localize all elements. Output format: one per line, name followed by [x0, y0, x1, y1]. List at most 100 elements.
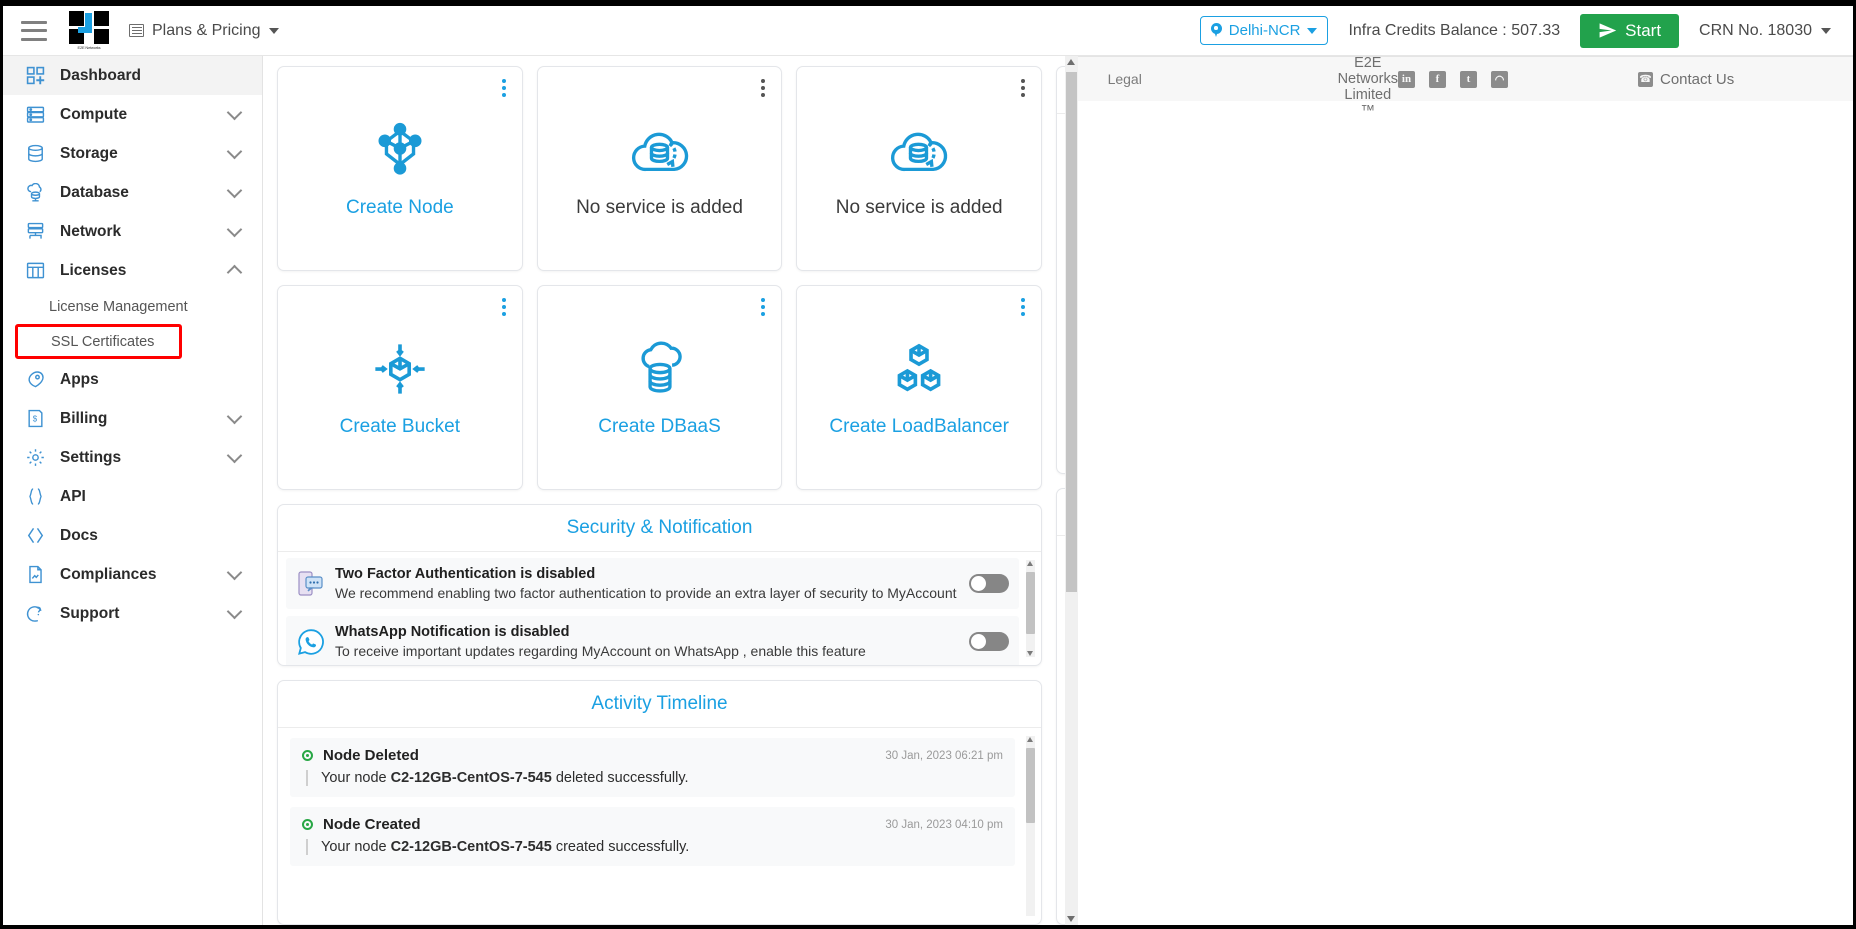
- sidebar-item-label: Compute: [60, 105, 128, 123]
- tile-label: No service is added: [576, 196, 743, 218]
- timeline-panel-title: Activity Timeline: [278, 681, 1041, 728]
- sidebar-item-support[interactable]: Support: [3, 594, 262, 633]
- logo-caption: E2E Networks: [77, 44, 101, 50]
- page-scrollbar[interactable]: [1064, 56, 1078, 925]
- scroll-up-arrow-icon[interactable]: [1066, 59, 1075, 65]
- tile-create-bucket[interactable]: Create Bucket: [277, 285, 523, 490]
- timeline-desc-prefix: Your node: [321, 839, 391, 855]
- sidebar-item-database[interactable]: Database: [3, 173, 262, 212]
- tile-menu-icon[interactable]: [761, 298, 766, 316]
- crn-label: CRN No. 18030: [1699, 21, 1812, 39]
- timeline-item[interactable]: Node Deleted 30 Jan, 2023 06:21 pm Your …: [290, 738, 1015, 797]
- timeline-desc-node: C2-12GB-CentOS-7-545: [390, 770, 552, 786]
- sidebar-item-label: Apps: [60, 370, 99, 388]
- sidebar-item-label: Support: [60, 604, 120, 622]
- e2e-networks-logo[interactable]: E2E Networks: [69, 10, 109, 51]
- bucket-icon: [371, 338, 429, 400]
- scroll-down-arrow-icon[interactable]: [1027, 651, 1033, 656]
- storage-icon: [23, 144, 47, 163]
- sidebar-subitem-license-management[interactable]: License Management: [3, 290, 262, 323]
- tile-menu-icon[interactable]: [1021, 298, 1026, 316]
- scroll-up-arrow-icon[interactable]: [1027, 737, 1033, 742]
- top-header: E2E Networks Plans & Pricing Delhi-NCR I…: [3, 6, 1853, 56]
- sidebar-item-docs[interactable]: Docs: [3, 516, 262, 555]
- contact-us-link[interactable]: ☎ Contact Us: [1638, 71, 1823, 88]
- apps-icon: [23, 370, 47, 389]
- sidebar-item-billing[interactable]: $ Billing: [3, 399, 262, 438]
- start-button[interactable]: Start: [1580, 13, 1680, 48]
- tile-no-service-2[interactable]: No service is added: [796, 66, 1043, 271]
- legal-link[interactable]: Legal: [1108, 71, 1338, 87]
- timeline-desc-suffix: created successfully.: [551, 839, 690, 855]
- cloud-backup-icon: [629, 119, 691, 181]
- loadbalancer-icon: [890, 338, 948, 400]
- whatsapp-toggle[interactable]: [969, 632, 1009, 651]
- tile-no-service-1[interactable]: No service is added: [536, 66, 783, 271]
- left-column: Create Node No service is added No servi…: [277, 66, 1043, 925]
- sidebar-item-storage[interactable]: Storage: [3, 134, 262, 173]
- region-selector[interactable]: Delhi-NCR: [1199, 16, 1329, 45]
- node-icon: [371, 119, 429, 181]
- activity-timeline-panel: Activity Timeline Node Deleted 30 Jan, 2…: [277, 680, 1042, 925]
- chevron-down-icon: [268, 27, 279, 34]
- linkedin-icon[interactable]: in: [1398, 70, 1415, 88]
- crn-selector[interactable]: CRN No. 18030: [1699, 22, 1831, 40]
- app-root: E2E Networks Plans & Pricing Delhi-NCR I…: [3, 6, 1853, 925]
- sidebar-item-settings[interactable]: Settings: [3, 438, 262, 477]
- scrollbar-thumb[interactable]: [1026, 572, 1035, 634]
- chevron-down-icon: [1307, 27, 1318, 34]
- sidebar-item-label: Storage: [60, 144, 118, 162]
- two-factor-toggle[interactable]: [969, 574, 1009, 593]
- tile-menu-icon[interactable]: [761, 79, 766, 97]
- tile-menu-icon[interactable]: [501, 298, 506, 316]
- plans-and-pricing-label: Plans & Pricing: [152, 21, 261, 39]
- code-brackets-icon: [23, 526, 47, 545]
- sidebar-item-network[interactable]: Network: [3, 212, 262, 251]
- timeline-desc-suffix: deleted successfully.: [551, 770, 689, 786]
- service-tiles-row-2: Create Bucket Create DBaaS Create LoadBa…: [277, 285, 1043, 490]
- sidebar-item-compliances[interactable]: Compliances: [3, 555, 262, 594]
- tile-create-node[interactable]: Create Node: [277, 66, 523, 271]
- sidebar-item-label: Dashboard: [60, 66, 141, 84]
- main-content: Create Node No service is added No servi…: [263, 56, 1078, 925]
- chevron-down-icon: [226, 603, 243, 620]
- timeline-item-time: 30 Jan, 2023 06:21 pm: [885, 749, 1003, 762]
- timeline-list: Node Deleted 30 Jan, 2023 06:21 pm Your …: [278, 728, 1041, 924]
- dashboard-icon: [23, 66, 47, 85]
- sidebar-item-label: Billing: [60, 409, 108, 427]
- sidebar-item-licenses[interactable]: Licenses: [3, 251, 262, 290]
- send-icon: [1599, 23, 1617, 38]
- security-list-scrollbar[interactable]: [1026, 560, 1035, 657]
- scrollbar-thumb[interactable]: [1065, 72, 1077, 592]
- tile-create-dbaas[interactable]: Create DBaaS: [536, 285, 783, 490]
- sidebar-item-apps[interactable]: Apps: [3, 360, 262, 399]
- scrollbar-thumb[interactable]: [1026, 748, 1035, 823]
- scroll-down-arrow-icon[interactable]: [1066, 916, 1075, 922]
- sidebar-item-api[interactable]: API: [3, 477, 262, 516]
- scroll-up-arrow-icon[interactable]: [1027, 561, 1033, 566]
- list-icon: [129, 24, 144, 37]
- hamburger-icon[interactable]: [21, 20, 47, 41]
- sidebar-item-label: Database: [60, 183, 129, 201]
- compute-icon: [23, 105, 47, 124]
- two-factor-phone-icon: [296, 570, 326, 598]
- timeline-list-scrollbar[interactable]: [1026, 736, 1035, 916]
- tile-menu-icon[interactable]: [1021, 79, 1026, 97]
- tile-menu-icon[interactable]: [501, 79, 506, 97]
- plans-and-pricing-button[interactable]: Plans & Pricing: [123, 18, 285, 44]
- tile-create-loadbalancer[interactable]: Create LoadBalancer: [796, 285, 1043, 490]
- chevron-down-icon: [226, 408, 243, 425]
- rss-icon[interactable]: ◠: [1491, 70, 1508, 88]
- facebook-icon[interactable]: f: [1429, 70, 1446, 88]
- svg-text:$: $: [32, 415, 37, 424]
- licenses-icon: [23, 261, 47, 280]
- security-row-description: We recommend enabling two factor authent…: [335, 585, 957, 601]
- sidebar-item-dashboard[interactable]: Dashboard: [3, 56, 262, 95]
- api-braces-icon: [23, 487, 47, 506]
- sidebar-item-compute[interactable]: Compute: [3, 95, 262, 134]
- twitter-icon[interactable]: t: [1460, 70, 1477, 88]
- timeline-item-head: Node Created 30 Jan, 2023 04:10 pm: [302, 816, 1003, 833]
- timeline-item-title: Node Created: [323, 816, 421, 833]
- sidebar-subitem-ssl-certificates[interactable]: SSL Certificates: [15, 324, 182, 359]
- timeline-item[interactable]: Node Created 30 Jan, 2023 04:10 pm Your …: [290, 807, 1015, 866]
